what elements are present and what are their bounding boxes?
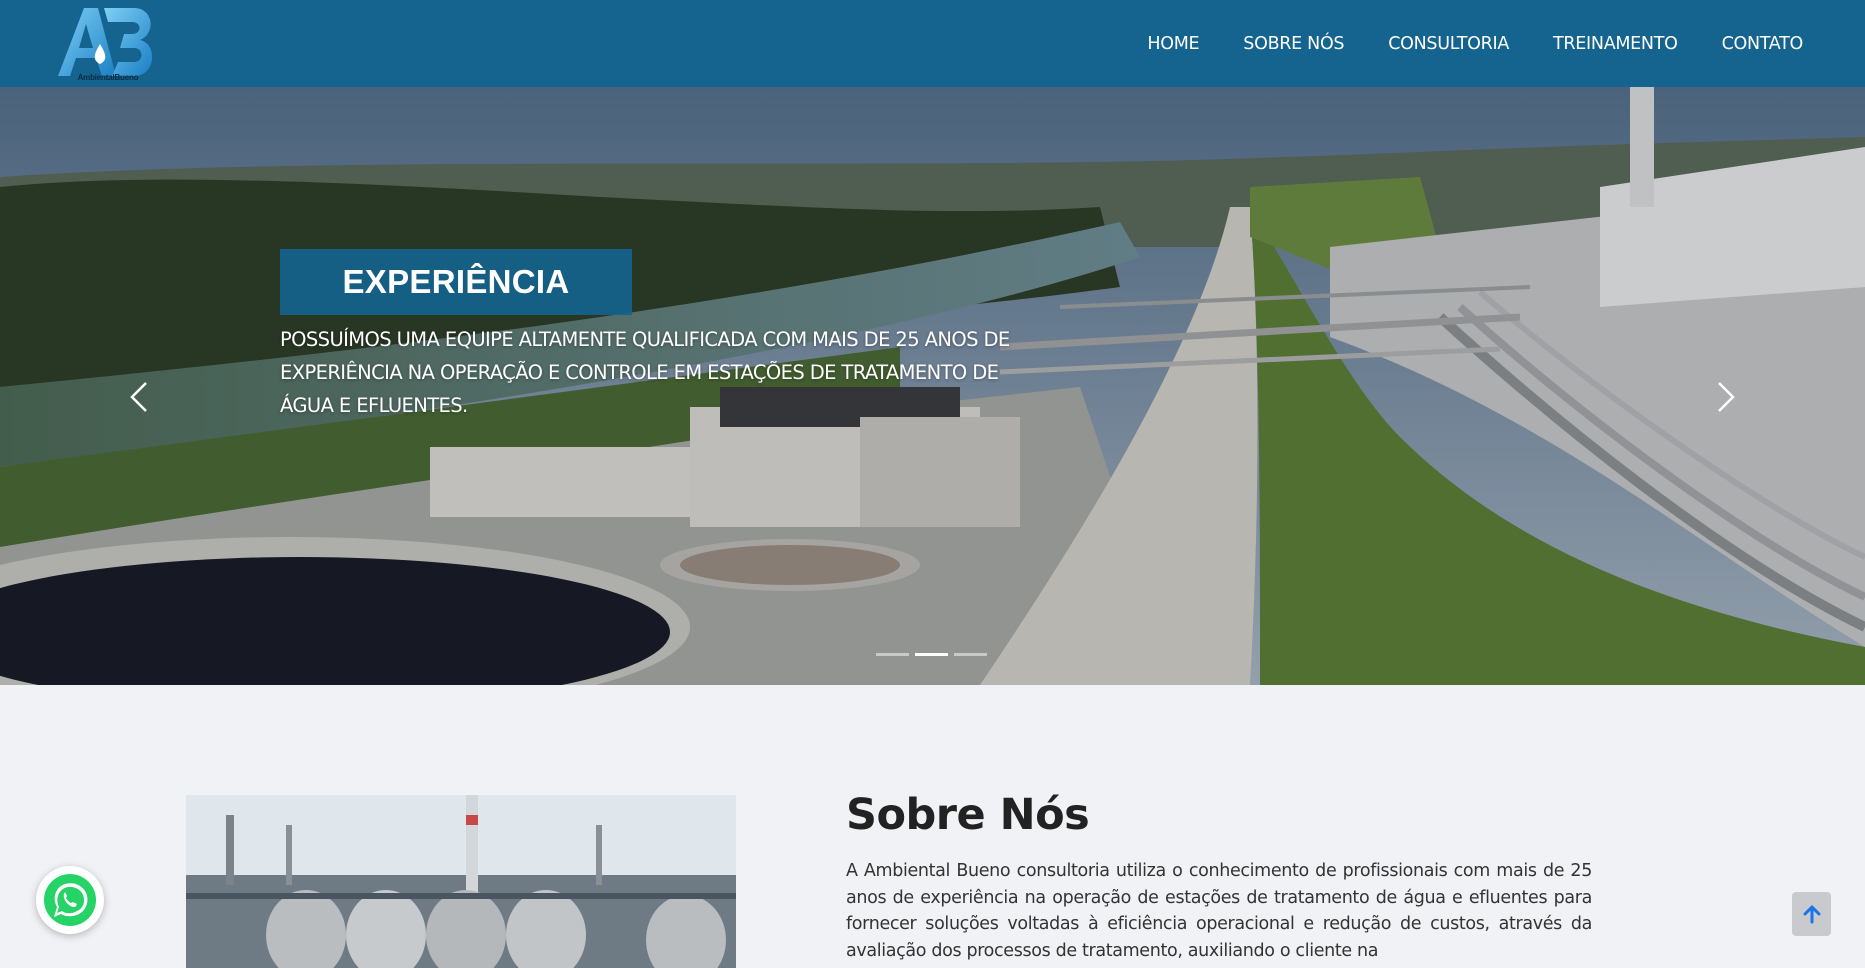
nav-home[interactable]: HOME bbox=[1125, 34, 1221, 54]
logo-text: AmbientalBueno bbox=[77, 73, 139, 82]
hero-text: Possuímos uma equipe altamente qualifica… bbox=[280, 328, 1010, 417]
nav-sobre-nos[interactable]: SOBRE NÓS bbox=[1221, 34, 1366, 54]
carousel-indicator-active[interactable] bbox=[915, 653, 948, 656]
arrow-up-icon bbox=[1803, 905, 1820, 924]
carousel-next-button[interactable] bbox=[1705, 367, 1745, 427]
nav-contato[interactable]: CONTATO bbox=[1700, 34, 1825, 54]
nav-treinamento[interactable]: TREINAMENTO bbox=[1531, 34, 1700, 54]
nav-consultoria[interactable]: CONSULTORIA bbox=[1366, 34, 1531, 54]
whatsapp-icon bbox=[44, 874, 96, 926]
logo-icon bbox=[58, 8, 153, 76]
back-to-top-button[interactable] bbox=[1792, 892, 1831, 936]
about-image bbox=[186, 795, 736, 968]
main-nav: HOME SOBRE NÓS CONSULTORIA TREINAMENTO C… bbox=[1125, 0, 1825, 87]
chevron-right-icon bbox=[1718, 382, 1735, 412]
hero-title: EXPERIÊNCIA bbox=[342, 263, 570, 300]
about-text: A Ambiental Bueno consultoria utiliza o … bbox=[846, 861, 1592, 961]
about-title: Sobre Nós bbox=[846, 790, 1090, 840]
carousel-indicator[interactable] bbox=[876, 653, 909, 656]
site-header: AmbientalBueno HOME SOBRE NÓS CONSULTORI… bbox=[0, 0, 1865, 87]
carousel-indicators bbox=[876, 653, 987, 656]
hero-carousel: EXPERIÊNCIA Possuímos uma equipe altamen… bbox=[0, 87, 1865, 685]
carousel-prev-button[interactable] bbox=[120, 367, 160, 427]
whatsapp-button[interactable] bbox=[36, 866, 104, 934]
hero-title-badge: EXPERIÊNCIA bbox=[280, 249, 632, 315]
carousel-indicator[interactable] bbox=[954, 653, 987, 656]
chevron-left-icon bbox=[130, 382, 147, 412]
